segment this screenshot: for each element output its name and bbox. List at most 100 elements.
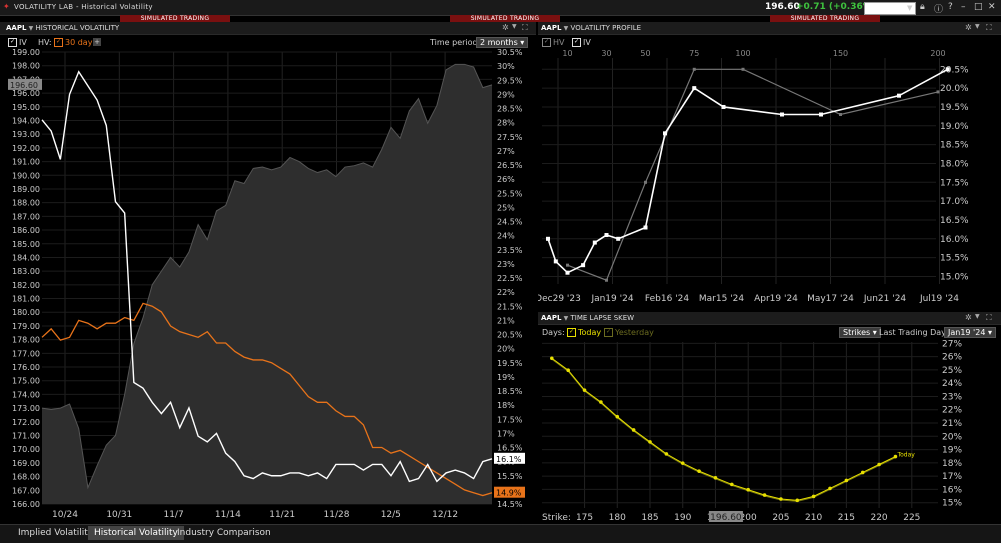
y-left-tick-label: 192.00: [12, 144, 40, 153]
dte-tick-label: 100: [735, 49, 750, 58]
iv-profile-point: [604, 233, 609, 238]
y-right-tick-label: 19%: [497, 373, 515, 382]
today-checkbox[interactable]: ✓: [567, 328, 576, 337]
y-tick-label: 18%: [942, 459, 962, 469]
y-right-tick-label: 23%: [497, 260, 515, 269]
skew-today-point: [697, 469, 701, 473]
hv-checkbox[interactable]: ✓: [54, 38, 63, 47]
chevron-down-icon[interactable]: ▼: [975, 313, 980, 320]
iv-toggle[interactable]: ✓ IV: [8, 38, 27, 47]
chevron-down-icon[interactable]: ▼: [564, 25, 569, 32]
y-left-tick-label: 181.00: [12, 295, 40, 304]
gear-icon[interactable]: ✲: [502, 23, 509, 32]
skew-today-point: [795, 498, 800, 503]
x-tick-label: 175: [576, 513, 593, 523]
chevron-down-icon[interactable]: ▼: [564, 315, 569, 322]
chevron-down-icon[interactable]: ▼: [907, 4, 912, 12]
expand-icon[interactable]: ⛶: [522, 23, 528, 33]
y-left-tick-label: 199.00: [12, 48, 40, 57]
profile-panel-header: AAPL ▼ VOLATILITY PROFILE: [538, 22, 1001, 35]
y-right-tick-label: 17.5%: [497, 415, 523, 424]
x-tick-label: Mar15 '24: [699, 294, 744, 304]
expand-icon[interactable]: ⛶: [986, 313, 992, 323]
y-left-tick-label: 183.00: [12, 267, 40, 276]
hv-panel-ticker[interactable]: AAPL: [6, 24, 26, 32]
help-icon[interactable]: ?: [948, 2, 953, 12]
y-left-tick-label: 174.00: [12, 390, 40, 399]
gear-icon[interactable]: ✲: [965, 23, 972, 32]
today-toggle[interactable]: ✓ Today: [567, 328, 601, 337]
y-right-tick-label: 18%: [497, 401, 515, 410]
title-bar: ✦ VOLATILITY LAB - Historical Volatility…: [0, 0, 1001, 16]
time-period-select[interactable]: 2 months ▾: [476, 37, 529, 48]
y-left-tick-label: 189.00: [12, 185, 40, 194]
skew-today-point: [877, 462, 881, 467]
expand-icon[interactable]: ⛶: [986, 23, 992, 33]
hv-profile-line: [567, 68, 939, 282]
iv-checkbox[interactable]: ✓: [8, 38, 17, 47]
y-tick-label: 26%: [942, 353, 962, 363]
y-right-tick-label: 26%: [497, 175, 515, 184]
iv-profile-point: [581, 263, 586, 268]
hv-period-toggle[interactable]: ✓ 30 day: [54, 38, 92, 47]
x-tick-label: 185: [641, 513, 658, 523]
skew-today-point: [811, 494, 816, 499]
y-right-tick-label: 21.5%: [497, 302, 523, 311]
iv-profile-point: [692, 86, 697, 91]
y-left-tick-label: 180.00: [12, 308, 40, 317]
skew-today-point: [631, 428, 636, 432]
last-trading-select[interactable]: Jan19 '24 ▾: [944, 327, 996, 338]
y-left-tick-label: 168.00: [12, 473, 40, 482]
chevron-down-icon[interactable]: ▼: [29, 25, 34, 32]
y-tick-label: 18.0%: [940, 159, 969, 169]
skew-panel-header: AAPL ▼ TIME LAPSE SKEW: [538, 312, 1001, 325]
skew-panel-ticker[interactable]: AAPL: [541, 314, 561, 322]
dte-tick-label: 10: [562, 49, 572, 58]
last-trading-value: Jan19 '24: [948, 328, 986, 337]
skew-chart: 17518018519019520020521021522022527%26%2…: [542, 339, 962, 523]
y-left-tick-label: 169.00: [12, 459, 40, 468]
skew-today-point: [762, 493, 767, 497]
last-trading-label: Last Trading Day:: [879, 328, 949, 337]
profile-panel-ticker[interactable]: AAPL: [541, 24, 561, 32]
y-right-tick-label: 19.5%: [497, 359, 523, 368]
iv-profile-point: [945, 67, 950, 72]
add-icon[interactable]: +: [93, 38, 101, 46]
hv-profile-point: [936, 90, 940, 94]
simulated-banner: SIMULATED TRADING: [120, 15, 230, 22]
y-tick-label: 23%: [942, 392, 962, 402]
y-tick-label: 15.0%: [940, 272, 969, 282]
y-left-tick-label: 195.00: [12, 103, 40, 112]
skew-today-point: [844, 478, 849, 483]
y-left-tick-label: 176.00: [12, 363, 40, 372]
tab-implied-volatility[interactable]: Implied Volatility: [12, 526, 99, 540]
x-tick-label: 12/5: [381, 510, 401, 520]
y-tick-label: 24%: [942, 379, 962, 389]
today-label: Today: [578, 328, 602, 337]
y-left-tick-label: 184.00: [12, 253, 40, 262]
strikes-select[interactable]: Strikes ▾: [839, 327, 881, 338]
chevron-down-icon[interactable]: ▼: [512, 23, 517, 30]
skew-series-label: Today: [896, 452, 915, 459]
price-marker-label: 196.60: [10, 81, 38, 90]
yesterday-toggle[interactable]: ✓ Yesterday: [604, 328, 654, 337]
y-right-tick-label: 21%: [497, 316, 515, 325]
iv-profile-point: [553, 259, 558, 264]
hv-profile-point: [741, 67, 745, 71]
maximize-icon[interactable]: □: [974, 2, 983, 12]
y-right-tick-label: 17%: [497, 429, 515, 438]
info-icon[interactable]: ⓘ: [934, 2, 943, 15]
tab-historical-volatility[interactable]: Historical Volatility: [88, 526, 184, 540]
y-tick-label: 18.5%: [940, 141, 969, 151]
yesterday-checkbox[interactable]: ✓: [604, 328, 613, 337]
tab-industry-comparison[interactable]: Industry Comparison: [171, 526, 277, 540]
y-right-tick-label: 24%: [497, 232, 515, 241]
y-left-tick-label: 193.00: [12, 130, 40, 139]
close-icon[interactable]: ✕: [988, 2, 996, 12]
time-period-label: Time period:: [430, 38, 481, 47]
y-tick-label: 25%: [942, 366, 962, 376]
lock-icon[interactable]: 🔒︎: [920, 2, 925, 12]
gear-icon[interactable]: ✲: [965, 313, 972, 322]
minimize-icon[interactable]: –: [961, 2, 966, 12]
chevron-down-icon[interactable]: ▼: [975, 23, 980, 30]
